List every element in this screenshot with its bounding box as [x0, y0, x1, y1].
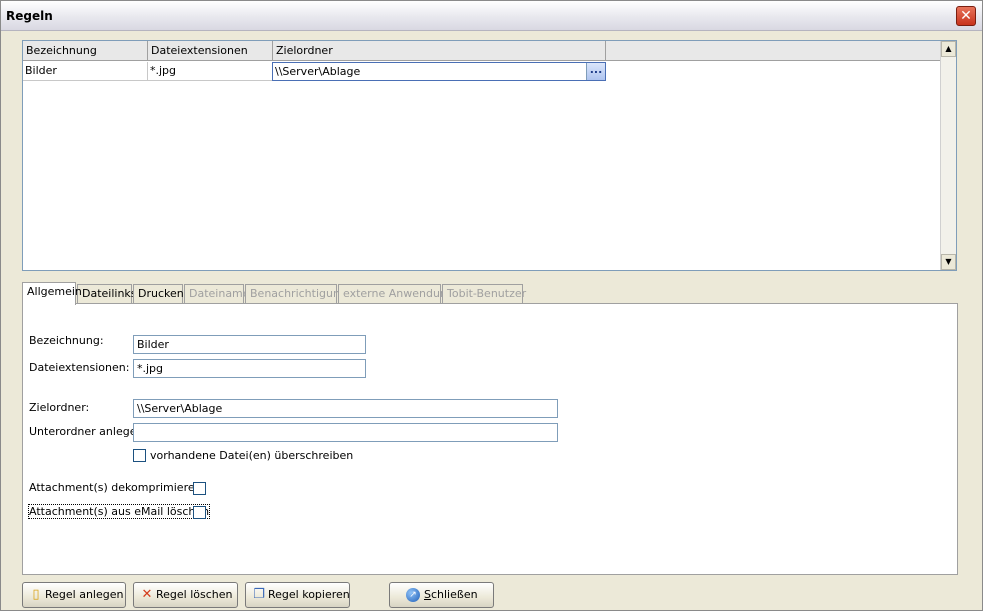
column-header-zielordner[interactable]: Zielordner	[273, 41, 606, 61]
rules-grid[interactable]: Bezeichnung Dateiextensionen Zielordner …	[22, 40, 957, 271]
tab-drucken[interactable]: Drucken	[133, 284, 184, 304]
tab-dateiname[interactable]: Dateiname	[184, 284, 250, 304]
add-rule-label: Regel anlegen	[45, 588, 124, 601]
zielordner-field[interactable]: \\Server\Ablage	[133, 399, 558, 418]
column-header-dateiextensionen[interactable]: Dateiextensionen	[148, 41, 273, 61]
cell-dateiextensionen[interactable]: *.jpg	[148, 62, 273, 81]
unterordner-label: Unterordner anlegen:	[29, 425, 148, 438]
delete-rule-button[interactable]: ✕ Regel löschen	[133, 582, 238, 608]
loeschen-checkbox[interactable]	[193, 506, 206, 519]
scroll-up-icon[interactable]: ▲	[941, 41, 956, 57]
rules-window: Regeln ✕ Bezeichnung Dateiextensionen Zi…	[0, 0, 983, 611]
window-title: Regeln	[6, 9, 53, 23]
copy-icon: ❐	[253, 587, 265, 602]
tab-dateilinks[interactable]: Dateilinks	[77, 284, 137, 304]
add-rule-button[interactable]: ▯ Regel anlegen	[22, 582, 126, 608]
close-label: chließen	[430, 588, 478, 601]
grid-header: Bezeichnung Dateiextensionen Zielordner	[23, 41, 940, 61]
browse-folder-button[interactable]: ...	[586, 63, 605, 80]
overwrite-label: vorhandene Datei(en) überschreiben	[150, 449, 354, 462]
column-header-bezeichnung[interactable]: Bezeichnung	[23, 41, 148, 61]
new-rule-icon: ▯	[32, 587, 40, 602]
title-bar[interactable]: Regeln ✕	[1, 1, 982, 31]
bezeichnung-label: Bezeichnung:	[29, 334, 104, 347]
close-window-button[interactable]: ✕	[956, 6, 976, 26]
close-arrow-icon: ↗	[406, 588, 420, 602]
cell-zielordner-value: \\Server\Ablage	[275, 65, 361, 78]
tab-allgemein[interactable]: Allgemein	[22, 282, 82, 305]
dekomprimieren-label: Attachment(s) dekomprimieren	[29, 481, 202, 494]
unterordner-field[interactable]	[133, 423, 558, 442]
cell-zielordner[interactable]: \\Server\Ablage ...	[272, 62, 606, 81]
delete-rule-label: Regel löschen	[156, 588, 233, 601]
dekomprimieren-checkbox[interactable]	[193, 482, 206, 495]
bezeichnung-field[interactable]: Bilder	[133, 335, 366, 354]
cell-bezeichnung[interactable]: Bilder	[23, 62, 148, 81]
tab-tobit-benutzer[interactable]: Tobit-Benutzer	[442, 284, 526, 304]
close-button[interactable]: ↗ Schließen	[389, 582, 494, 608]
vertical-scrollbar[interactable]: ▲ ▼	[940, 41, 956, 270]
general-tab-panel: Bezeichnung: Bilder Dateiextensionen: *.…	[22, 303, 958, 575]
loeschen-label: Attachment(s) aus eMail löschen	[27, 504, 211, 519]
dateiextensionen-label: Dateiextensionen:	[29, 361, 130, 374]
table-row[interactable]: Bilder *.jpg \\Server\Ablage ...	[23, 62, 940, 81]
overwrite-checkbox[interactable]	[133, 449, 146, 462]
dateiextensionen-field[interactable]: *.jpg	[133, 359, 366, 378]
zielordner-label: Zielordner:	[29, 401, 90, 414]
copy-rule-label: Regel kopieren	[268, 588, 350, 601]
tab-externe-anwendung[interactable]: externe Anwendung	[338, 284, 454, 304]
tab-benachrichtigung[interactable]: Benachrichtigung	[245, 284, 347, 304]
scroll-down-icon[interactable]: ▼	[941, 254, 956, 270]
delete-x-icon: ✕	[141, 587, 153, 602]
close-label-accesskey: S	[424, 588, 431, 601]
copy-rule-button[interactable]: ❐ Regel kopieren	[245, 582, 350, 608]
